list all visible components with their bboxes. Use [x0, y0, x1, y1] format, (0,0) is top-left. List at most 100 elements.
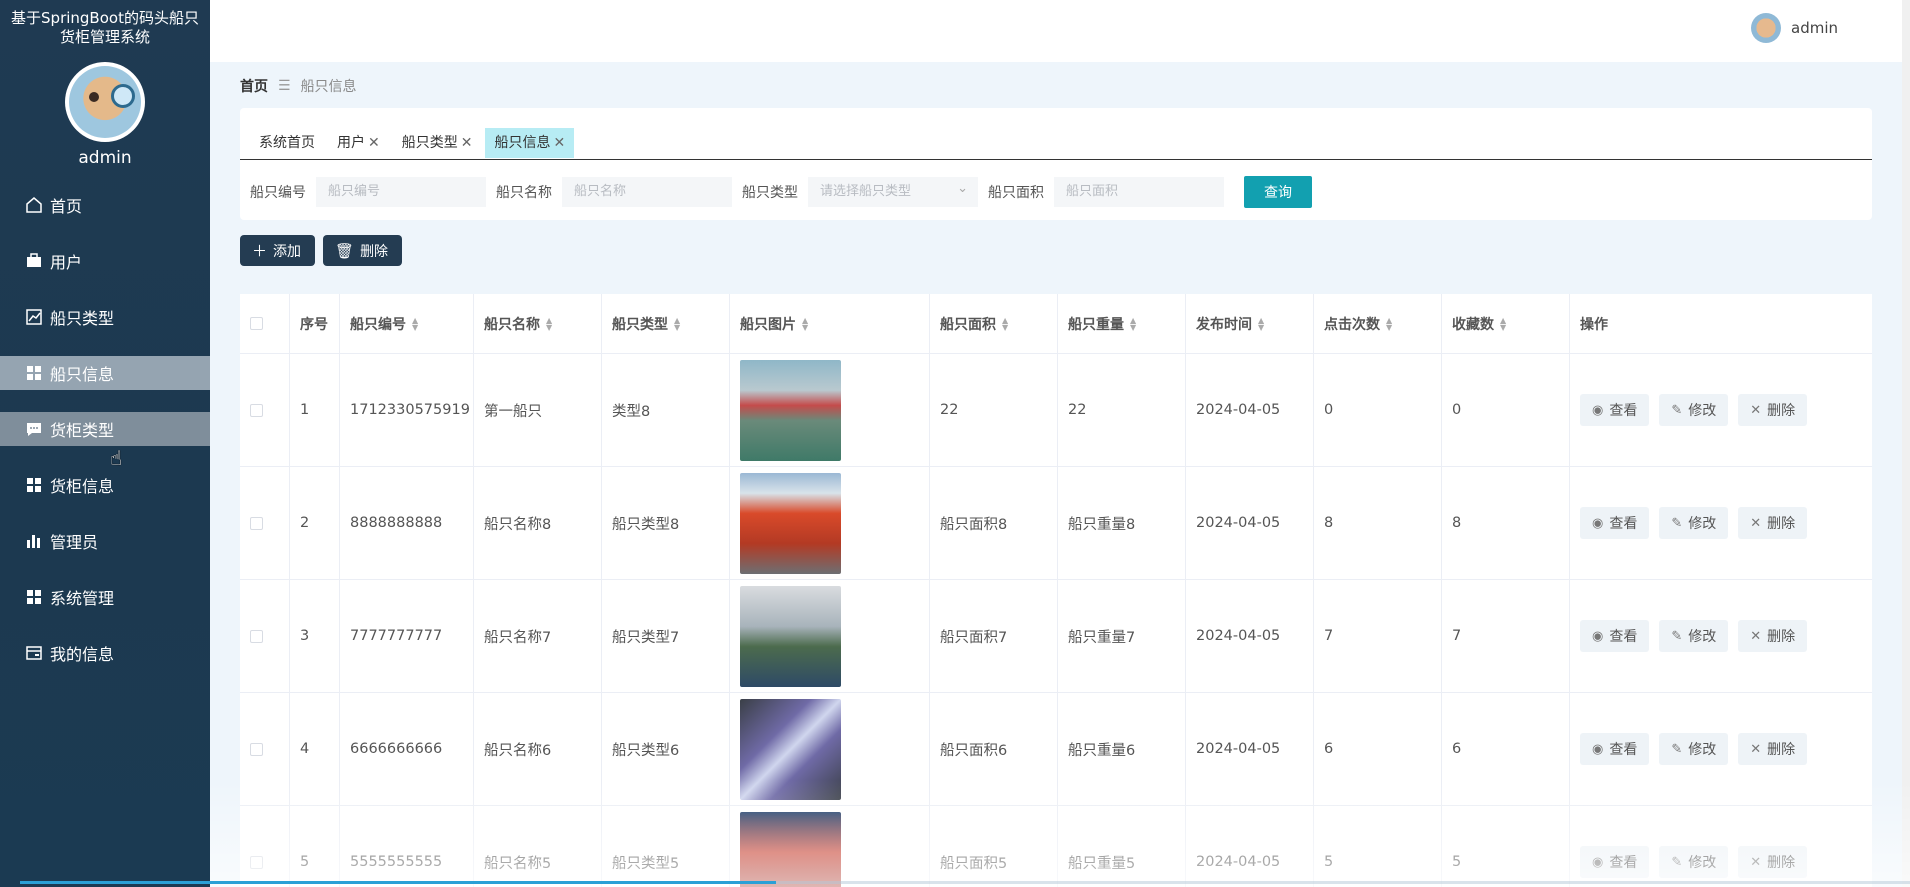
header-select-all — [240, 294, 290, 353]
close-icon[interactable]: ✕ — [368, 135, 380, 151]
header-type[interactable]: 船只类型 ▲ ▼ — [602, 294, 730, 353]
sort-icon[interactable]: ▲ ▼ — [412, 316, 418, 331]
sort-icon[interactable]: ▲ ▼ — [1002, 316, 1008, 331]
row-checkbox[interactable] — [250, 629, 263, 643]
edit-button[interactable]: ✎ 修改 — [1659, 846, 1729, 878]
cell-weight: 船只重量6 — [1058, 693, 1186, 805]
sort-icon[interactable]: ▲ ▼ — [802, 316, 808, 331]
edit-icon: ✎ — [1671, 741, 1683, 757]
sidebar-item-my-info[interactable]: 我的信息 — [0, 636, 210, 670]
briefcase-icon — [24, 252, 44, 270]
row-select-cell — [240, 693, 290, 805]
tab-label: 船只信息 — [494, 135, 551, 151]
sort-icon[interactable]: ▲ ▼ — [674, 316, 680, 331]
cell-name: 船只名称8 — [474, 467, 602, 579]
header-area[interactable]: 船只面积 ▲ ▼ — [930, 294, 1058, 353]
delete-row-button[interactable]: ✕ 删除 — [1738, 507, 1808, 539]
search-input-area[interactable]: 船只面积 — [1054, 177, 1224, 207]
row-checkbox[interactable] — [250, 855, 263, 869]
tab-ship-info[interactable]: 船只信息 ✕ — [485, 128, 575, 158]
page-scrollbar[interactable] — [1902, 0, 1910, 887]
header-favorites[interactable]: 收藏数 ▲ ▼ — [1442, 294, 1570, 353]
avatar[interactable] — [65, 62, 145, 142]
delete-row-button[interactable]: ✕ 删除 — [1738, 394, 1808, 426]
sort-icon[interactable]: ▲ ▼ — [1500, 316, 1506, 331]
add-button[interactable]: ＋ 添加 — [240, 235, 316, 266]
header-image[interactable]: 船只图片 ▲ ▼ — [730, 294, 930, 353]
ship-image[interactable] — [740, 472, 841, 574]
row-checkbox[interactable] — [250, 516, 263, 530]
cell-index: 3 — [290, 580, 340, 692]
sidebar-item-system[interactable]: 系统管理 — [0, 580, 210, 614]
breadcrumb-home[interactable]: 首页 — [240, 76, 268, 96]
search-input-code[interactable]: 船只编号 — [316, 177, 486, 207]
header-clicks[interactable]: 点击次数 ▲ ▼ — [1314, 294, 1442, 353]
view-button[interactable]: ◉ 查看 — [1580, 394, 1650, 426]
sort-icon[interactable]: ▲ ▼ — [1258, 316, 1264, 331]
cell-date: 2024-04-05 — [1186, 467, 1314, 579]
search-select-type[interactable]: 请选择船只类型 — [808, 174, 978, 207]
view-button[interactable]: ◉ 查看 — [1580, 620, 1650, 652]
sort-icon[interactable]: ▲ ▼ — [1130, 316, 1136, 331]
sort-icon[interactable]: ▲ ▼ — [1386, 316, 1392, 331]
ship-image[interactable] — [740, 698, 841, 800]
delete-row-button[interactable]: ✕ 删除 — [1738, 620, 1808, 652]
tab-ship-type[interactable]: 船只类型 ✕ — [393, 128, 482, 158]
sort-icon[interactable]: ▲ ▼ — [546, 316, 552, 331]
tab-users[interactable]: 用户 ✕ — [328, 128, 389, 158]
row-checkbox[interactable] — [250, 403, 263, 417]
delete-label: 删除 — [1767, 403, 1796, 419]
sidebar-item-ship-info[interactable]: 船只信息 — [0, 356, 210, 390]
cell-actions: ◉ 查看 ✎ 修改 ✕ 删除 — [1570, 580, 1872, 692]
cell-image — [730, 693, 930, 805]
header-weight[interactable]: 船只重量 ▲ ▼ — [1058, 294, 1186, 353]
view-button[interactable]: ◉ 查看 — [1580, 507, 1650, 539]
sidebar-item-container-info[interactable]: 货柜信息 — [0, 468, 210, 502]
delete-label: 删除 — [1767, 742, 1796, 758]
row-checkbox[interactable] — [250, 742, 263, 756]
ship-image[interactable] — [740, 585, 841, 687]
delete-label: 删除 — [1767, 855, 1796, 871]
cell-image — [730, 467, 930, 579]
query-button[interactable]: 查询 — [1244, 176, 1312, 208]
header-name[interactable]: 船只名称 ▲ ▼ — [474, 294, 602, 353]
ship-image[interactable] — [740, 359, 841, 461]
cell-actions: ◉ 查看 ✎ 修改 ✕ 删除 — [1570, 467, 1872, 579]
delete-row-button[interactable]: ✕ 删除 — [1738, 733, 1808, 765]
sidebar-item-home[interactable]: 首页 — [0, 188, 210, 222]
sidebar-item-container-type[interactable]: 货柜类型 — [0, 412, 210, 446]
user-menu[interactable]: admin — [1751, 13, 1838, 43]
view-button[interactable]: ◉ 查看 — [1580, 846, 1650, 878]
delete-button[interactable]: 🗑 删除 — [323, 235, 403, 266]
top-username: admin — [1791, 19, 1838, 37]
system-title-line2: 货柜管理系统 — [59, 28, 150, 46]
edit-button[interactable]: ✎ 修改 — [1659, 394, 1729, 426]
cell-code: 5555555555 — [340, 806, 474, 887]
tab-home[interactable]: 系统首页 — [250, 128, 324, 158]
delete-label: 删除 — [1767, 629, 1796, 645]
view-label: 查看 — [1609, 629, 1638, 645]
cell-type: 类型8 — [602, 354, 730, 466]
view-button[interactable]: ◉ 查看 — [1580, 733, 1650, 765]
cell-weight: 船只重量5 — [1058, 806, 1186, 887]
header-date[interactable]: 发布时间 ▲ ▼ — [1186, 294, 1314, 353]
edit-label: 修改 — [1688, 742, 1717, 758]
sidebar-item-users[interactable]: 用户 — [0, 244, 210, 278]
edit-button[interactable]: ✎ 修改 — [1659, 733, 1729, 765]
video-progress-bar[interactable] — [20, 881, 1910, 884]
delete-row-button[interactable]: ✕ 删除 — [1738, 846, 1808, 878]
row-select-cell — [240, 467, 290, 579]
close-icon[interactable]: ✕ — [553, 135, 565, 151]
cell-area: 船只面积7 — [930, 580, 1058, 692]
close-icon[interactable]: ✕ — [461, 135, 473, 151]
search-label-type: 船只类型 — [742, 185, 798, 201]
delete-button-label: 删除 — [360, 243, 389, 260]
ship-image[interactable] — [740, 811, 841, 887]
edit-button[interactable]: ✎ 修改 — [1659, 620, 1729, 652]
select-all-checkbox[interactable] — [250, 317, 263, 330]
header-code[interactable]: 船只编号 ▲ ▼ — [340, 294, 474, 353]
sidebar-item-ship-type[interactable]: 船只类型 — [0, 300, 210, 334]
sidebar-item-admin[interactable]: 管理员 — [0, 524, 210, 558]
edit-button[interactable]: ✎ 修改 — [1659, 507, 1729, 539]
search-input-name[interactable]: 船只名称 — [562, 177, 732, 207]
